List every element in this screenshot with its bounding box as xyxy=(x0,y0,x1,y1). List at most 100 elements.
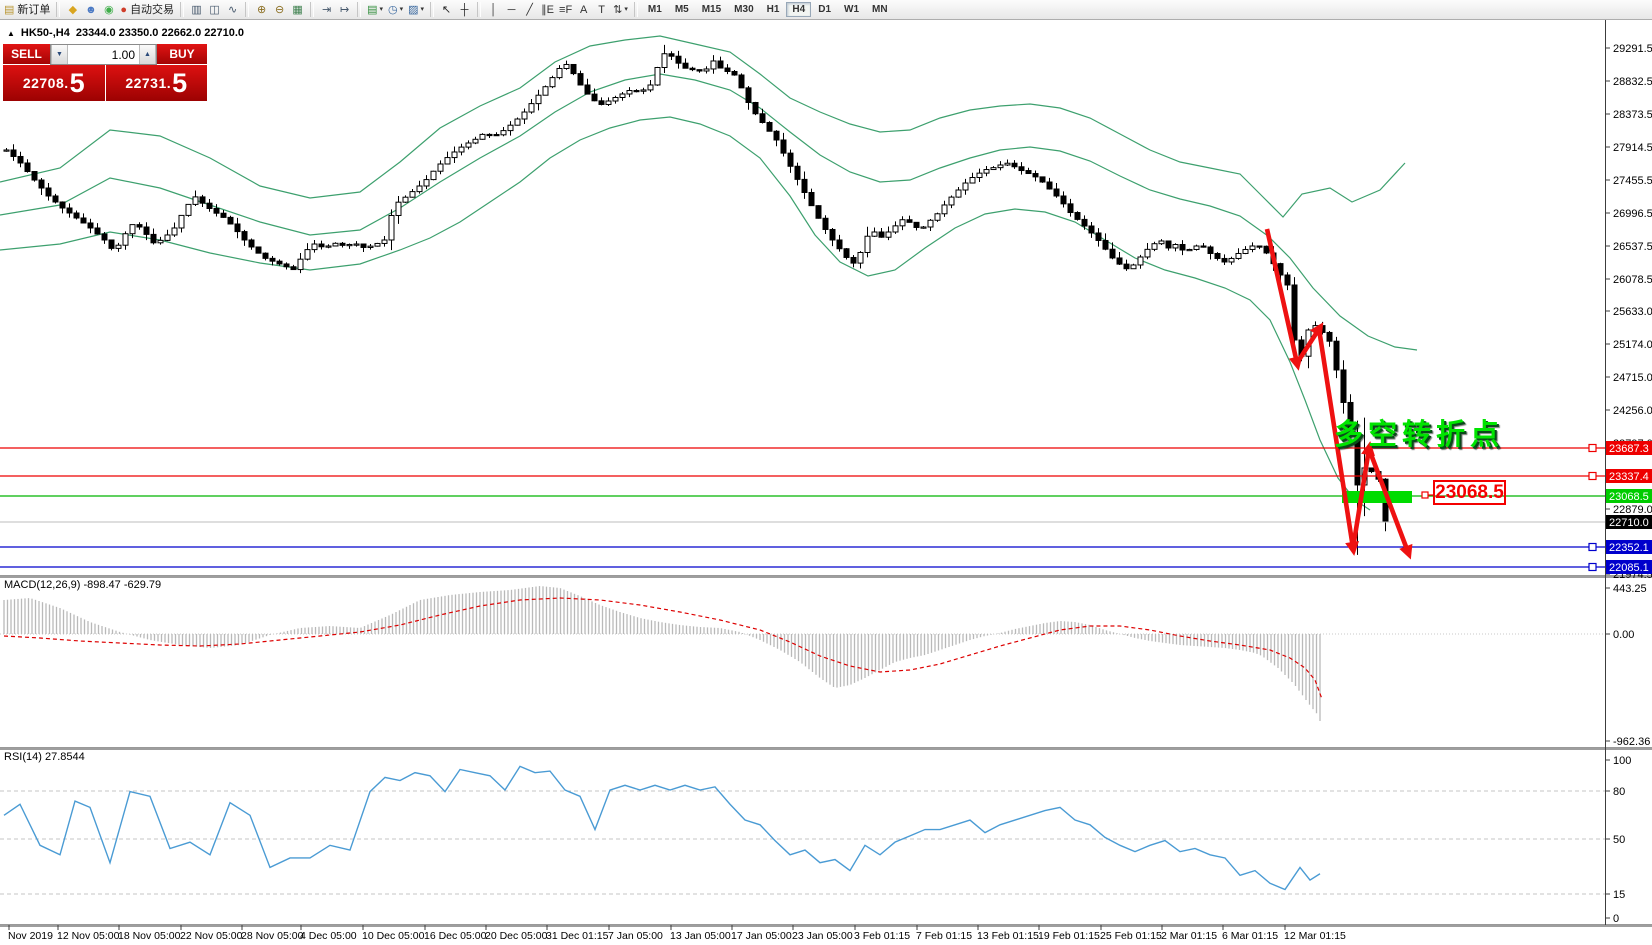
vertical-line-icon[interactable]: │ xyxy=(485,2,502,18)
macd-indicator-label: MACD(12,26,9) -898.47 -629.79 xyxy=(4,579,161,591)
toolbar-separator xyxy=(245,2,249,17)
svg-text:20 Dec 05:00: 20 Dec 05:00 xyxy=(485,930,548,942)
svg-text:12 Mar 01:15: 12 Mar 01:15 xyxy=(1284,930,1346,942)
svg-text:22352.1: 22352.1 xyxy=(1609,542,1649,554)
symbol-ohlc: 23344.0 23350.0 22662.0 22710.0 xyxy=(76,27,244,39)
autotrading-icon[interactable]: ●自动交易 xyxy=(118,2,176,18)
chart-canvas[interactable]: 29291.528832.528373.527914.527455.526996… xyxy=(0,0,1652,945)
horizontal-line-icon[interactable]: ─ xyxy=(503,2,520,18)
svg-text:28832.5: 28832.5 xyxy=(1613,76,1652,88)
svg-text:10 Dec 05:00: 10 Dec 05:00 xyxy=(362,930,425,942)
svg-text:26537.5: 26537.5 xyxy=(1613,241,1652,253)
timeframe-button-m5[interactable]: M5 xyxy=(669,2,695,17)
svg-text:0.00: 0.00 xyxy=(1613,629,1634,641)
svg-text:24256.0: 24256.0 xyxy=(1613,405,1652,417)
toolbar-separator xyxy=(634,2,638,17)
svg-text:12 Nov 05:00: 12 Nov 05:00 xyxy=(57,930,120,942)
new-chart-icon[interactable]: ▤▾ xyxy=(365,2,385,18)
svg-text:16 Dec 05:00: 16 Dec 05:00 xyxy=(424,930,487,942)
svg-text:23068.5: 23068.5 xyxy=(1609,491,1649,503)
bar-chart-icon[interactable]: ▥ xyxy=(188,2,205,18)
svg-text:7 Feb 01:15: 7 Feb 01:15 xyxy=(916,930,972,942)
new-order-icon[interactable]: ▤新订单 xyxy=(2,2,52,18)
svg-text:23687.3: 23687.3 xyxy=(1609,443,1649,455)
text-icon[interactable]: A xyxy=(575,2,592,18)
svg-text:443.25: 443.25 xyxy=(1613,583,1647,595)
sell-price-frac: 5 xyxy=(70,70,85,97)
chevron-down-icon: ▾ xyxy=(400,2,404,18)
timeframe-button-d1[interactable]: D1 xyxy=(812,2,837,17)
volume-decrease-button[interactable]: ▼ xyxy=(51,45,68,64)
volume-input[interactable] xyxy=(68,45,139,64)
svg-text:28373.5: 28373.5 xyxy=(1613,109,1652,121)
chevron-down-icon: ▾ xyxy=(624,2,628,18)
toolbar-separator xyxy=(180,2,184,17)
chart-shift-icon[interactable]: ↦ xyxy=(336,2,353,18)
svg-text:19 Feb 01:15: 19 Feb 01:15 xyxy=(1038,930,1100,942)
zoom-in-icon[interactable]: ⊕ xyxy=(253,2,270,18)
toolbar-separator xyxy=(430,2,434,17)
equidistant-channel-icon[interactable]: ∥E xyxy=(539,2,556,18)
timeframe-button-w1[interactable]: W1 xyxy=(838,2,865,17)
trendline-icon[interactable]: ╱ xyxy=(521,2,538,18)
svg-text:22710.0: 22710.0 xyxy=(1609,517,1649,529)
svg-text:23 Jan 05:00: 23 Jan 05:00 xyxy=(792,930,853,942)
timeframe-button-h4[interactable]: H4 xyxy=(786,2,811,17)
rsi-indicator-label: RSI(14) 27.8544 xyxy=(4,751,85,763)
svg-text:18 Nov 05:00: 18 Nov 05:00 xyxy=(118,930,181,942)
tile-windows-icon[interactable]: ▦ xyxy=(289,2,306,18)
auto-scroll-icon[interactable]: ⇥ xyxy=(318,2,335,18)
profiles-icon[interactable]: ☻ xyxy=(82,2,99,18)
svg-text:26996.5: 26996.5 xyxy=(1613,208,1652,220)
candlestick-chart-icon[interactable]: ◫ xyxy=(206,2,223,18)
chevron-down-icon: ▾ xyxy=(421,2,425,18)
volume-increase-button[interactable]: ▲ xyxy=(139,45,156,64)
macd-pane: 443.250.00-962.36 xyxy=(0,583,1650,748)
turning-point-annotation[interactable]: 多空转折点 xyxy=(1334,411,1504,453)
svg-text:25174.0: 25174.0 xyxy=(1613,339,1652,351)
buy-price[interactable]: 22731.5 xyxy=(106,65,208,101)
arrows-icon[interactable]: ⇅▾ xyxy=(611,2,630,18)
timeframe-button-m30[interactable]: M30 xyxy=(728,2,759,17)
toolbar-separator xyxy=(56,2,60,17)
line-chart-icon[interactable]: ∿ xyxy=(224,2,241,18)
timeframe-button-mn[interactable]: MN xyxy=(866,2,894,17)
broadcast-icon[interactable]: ◉ xyxy=(100,2,117,18)
svg-text:28 Nov 05:00: 28 Nov 05:00 xyxy=(241,930,304,942)
svg-text:7 Jan 05:00: 7 Jan 05:00 xyxy=(608,930,663,942)
price-callout-box[interactable]: 23068.5 xyxy=(1433,480,1506,505)
mt4-window: ▤新订单 ◆☻◉●自动交易 ▥◫∿ ⊕⊖▦ ⇥↦ ▤▾◷▾▨▾ ↖┼ │─╱∥E≡FAT⇅▾ M… xyxy=(0,0,1652,945)
cursor-icon[interactable]: ↖ xyxy=(438,2,455,18)
buy-button[interactable]: BUY xyxy=(157,44,207,65)
svg-text:29291.5: 29291.5 xyxy=(1613,43,1652,55)
svg-text:3 Feb 01:15: 3 Feb 01:15 xyxy=(854,930,910,942)
svg-text:24715.0: 24715.0 xyxy=(1613,372,1652,384)
buy-price-frac: 5 xyxy=(172,70,187,97)
sell-price[interactable]: 22708.5 xyxy=(3,65,105,101)
symbol-marker-icon: ▲ xyxy=(7,29,15,38)
toolbar-separator xyxy=(477,2,481,17)
period-clock-icon[interactable]: ◷▾ xyxy=(386,2,405,18)
bollinger-bands-layer xyxy=(0,36,1417,510)
timeframe-button-h1[interactable]: H1 xyxy=(761,2,786,17)
svg-text:80: 80 xyxy=(1613,786,1625,798)
fibonacci-icon[interactable]: ≡F xyxy=(557,2,574,18)
svg-text:27455.5: 27455.5 xyxy=(1613,175,1652,187)
template-icon[interactable]: ▨▾ xyxy=(406,2,426,18)
svg-text:0: 0 xyxy=(1613,913,1619,925)
svg-text:25633.0: 25633.0 xyxy=(1613,306,1652,318)
timeframe-button-m15[interactable]: M15 xyxy=(696,2,727,17)
zoom-out-icon[interactable]: ⊖ xyxy=(271,2,288,18)
svg-text:15: 15 xyxy=(1613,889,1625,901)
green-highlight-bar xyxy=(1342,491,1412,503)
svg-text:2 Mar 01:15: 2 Mar 01:15 xyxy=(1161,930,1217,942)
sell-button[interactable]: SELL xyxy=(3,44,50,65)
timeframe-button-m1[interactable]: M1 xyxy=(642,2,668,17)
text-label-icon[interactable]: T xyxy=(593,2,610,18)
pane-separators xyxy=(0,576,1652,927)
crosshair-icon[interactable]: ┼ xyxy=(456,2,473,18)
toolbar-separator xyxy=(357,2,361,17)
candles-layer xyxy=(4,45,1388,555)
toolbar: ▤新订单 ◆☻◉●自动交易 ▥◫∿ ⊕⊖▦ ⇥↦ ▤▾◷▾▨▾ ↖┼ │─╱∥E≡FAT⇅▾ M… xyxy=(0,0,1652,20)
open-file-icon[interactable]: ◆ xyxy=(64,2,81,18)
